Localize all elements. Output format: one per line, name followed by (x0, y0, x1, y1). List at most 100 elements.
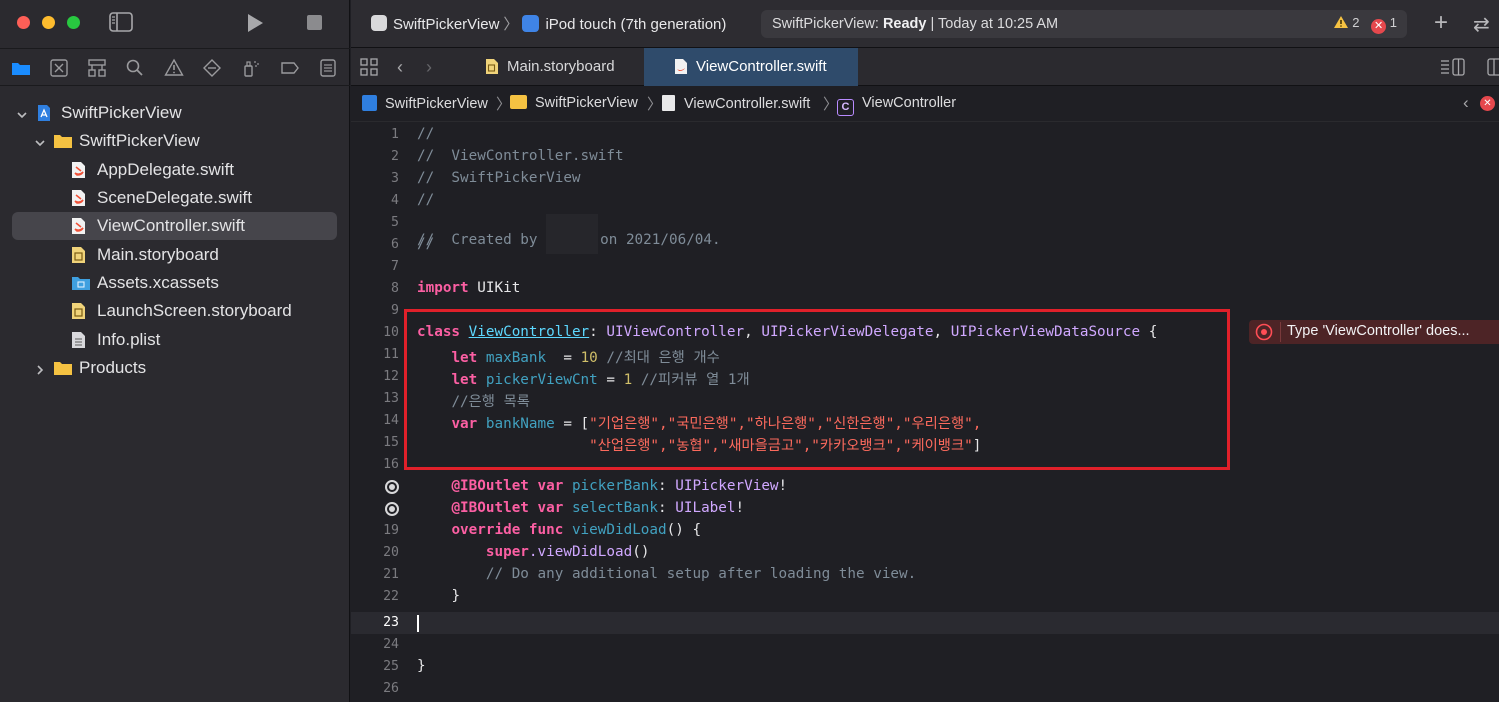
code-line: 4 // (351, 190, 1499, 212)
code-punct: ! (778, 478, 788, 494)
simulator-icon (522, 15, 540, 32)
issue-warning-icon[interactable] (164, 58, 184, 78)
code-line-current[interactable]: 23 (351, 612, 1499, 634)
back-arrow-icon[interactable]: ‹ (397, 57, 403, 78)
warning-count: 2 (1352, 15, 1360, 30)
tree-item-label: Info.plist (97, 330, 161, 349)
code-review-icon[interactable]: ⇄ (1473, 12, 1490, 37)
chevron-right-icon: 〉 (496, 96, 512, 113)
code-line: 25} (351, 656, 1499, 678)
tree-item-label: Main.storyboard (97, 245, 219, 264)
breadcrumb-label: SwiftPickerView (535, 95, 638, 111)
window-zoom-button[interactable] (67, 16, 80, 29)
code-line: 26 (351, 678, 1499, 700)
assets-folder-icon (71, 274, 90, 292)
tree-item-file[interactable]: AppDelegate.swift (12, 156, 337, 184)
forward-arrow-icon[interactable]: › (426, 57, 432, 78)
code-attribute: @IBOutlet (451, 500, 529, 516)
editor-options-icon[interactable] (1440, 58, 1466, 81)
outlet-connection-icon[interactable] (385, 480, 399, 494)
line-number: 5 (391, 215, 399, 230)
tree-item-label: SceneDelegate.swift (97, 188, 252, 207)
code-text: @IBOutlet var pickerBank: UIPickerView! (417, 478, 787, 494)
error-icon: ✕ (1371, 19, 1387, 34)
source-control-icon[interactable] (49, 58, 69, 78)
tree-item-file[interactable]: Assets.xcassets (12, 269, 337, 297)
code-punct: : (658, 500, 676, 516)
project-navigator-sidebar: SwiftPickerView SwiftPickerView AppDeleg… (0, 0, 350, 702)
window-minimize-button[interactable] (42, 16, 55, 29)
window-close-button[interactable] (17, 16, 30, 29)
symbol-navigator-icon[interactable] (87, 58, 107, 78)
breadcrumb-file[interactable]: ViewController.swift (662, 95, 810, 112)
breakpoint-icon[interactable] (280, 58, 300, 78)
code-text: } (417, 588, 460, 604)
line-number: 14 (383, 413, 399, 428)
tab-main-storyboard[interactable]: Main.storyboard (469, 48, 643, 86)
line-number: 25 (383, 659, 399, 674)
debug-spray-icon[interactable] (241, 58, 261, 78)
inline-error-banner[interactable]: Type 'ViewController' does... (1249, 320, 1499, 344)
breadcrumb-project[interactable]: SwiftPickerView (362, 95, 488, 112)
tree-item-file[interactable]: LaunchScreen.storyboard (12, 297, 337, 325)
code-line: 3 // SwiftPickerView (351, 168, 1499, 190)
tree-item-group[interactable]: SwiftPickerView (12, 127, 337, 155)
scheme-selector[interactable]: SwiftPickerView 〉 iPod touch (7th generati… (371, 13, 726, 34)
tree-item-file[interactable]: Main.storyboard (12, 241, 337, 269)
status-project: SwiftPickerView: (772, 16, 879, 32)
annotation-highlight-box (404, 309, 1230, 470)
line-number: 20 (383, 545, 399, 560)
tab-viewcontroller-swift[interactable]: ViewController.swift (644, 48, 858, 86)
outlet-connection-icon[interactable] (385, 502, 399, 516)
line-number: 11 (383, 347, 399, 362)
sidebar-toolbar (0, 0, 350, 48)
sidebar-toggle-icon[interactable] (109, 12, 133, 32)
chevron-right-icon: 〉 (823, 96, 839, 113)
plist-icon (71, 331, 89, 349)
breadcrumb-group[interactable]: SwiftPickerView (510, 95, 638, 111)
swift-file-icon (71, 217, 89, 235)
editor-tab-bar: ‹ › Main.storyboard ViewController.swift (351, 48, 1499, 86)
chevron-down-icon[interactable] (16, 106, 28, 119)
swift-file-icon (674, 58, 688, 79)
folder-icon[interactable] (11, 58, 31, 78)
chevron-left-icon[interactable]: ‹ (1463, 93, 1469, 113)
tree-item-file[interactable]: Info.plist (12, 326, 337, 354)
breadcrumb-class[interactable]: C ViewController (837, 95, 956, 116)
breadcrumb-label: ViewController.swift (684, 96, 811, 112)
test-diamond-icon[interactable] (202, 58, 222, 78)
line-number: 26 (383, 681, 399, 696)
navigator-selector-bar (0, 48, 350, 86)
run-button[interactable] (244, 12, 266, 34)
code-line: 1 // (351, 124, 1499, 146)
line-number: 9 (391, 303, 399, 318)
code-keyword: var (528, 478, 564, 494)
swift-file-icon (662, 95, 675, 111)
add-library-button[interactable]: + (1434, 11, 1448, 35)
chevron-down-icon[interactable] (34, 134, 46, 147)
search-icon[interactable] (125, 58, 145, 78)
code-text: } (417, 658, 426, 674)
stop-button[interactable] (307, 15, 322, 30)
divider (1280, 322, 1281, 342)
code-identifier: selectBank (563, 500, 659, 516)
tree-item-file-selected[interactable]: ViewController.swift (12, 212, 337, 240)
destination-name: iPod touch (7th generation) (545, 16, 727, 33)
chevron-right-icon[interactable] (34, 361, 46, 375)
code-keyword: override func (451, 522, 564, 538)
inspector-toggle-icon[interactable] (1487, 58, 1499, 81)
tree-item-label: SwiftPickerView (61, 103, 182, 122)
line-number: 19 (383, 523, 399, 538)
grid-icon[interactable] (360, 58, 378, 81)
tree-item-group[interactable]: Products (12, 354, 337, 382)
breadcrumb-label: ViewController (862, 95, 957, 111)
report-icon[interactable] (318, 58, 338, 78)
storyboard-icon (71, 246, 89, 264)
line-number: 24 (383, 637, 399, 652)
tree-item-project[interactable]: SwiftPickerView (12, 99, 337, 127)
issue-badges[interactable]: 2 ✕ 1 (1333, 15, 1397, 34)
tree-item-label: Products (79, 358, 147, 377)
tree-item-file[interactable]: SceneDelegate.swift (12, 184, 337, 212)
tree-item-label: Assets.xcassets (97, 273, 219, 292)
error-icon[interactable]: ✕ (1480, 96, 1495, 111)
